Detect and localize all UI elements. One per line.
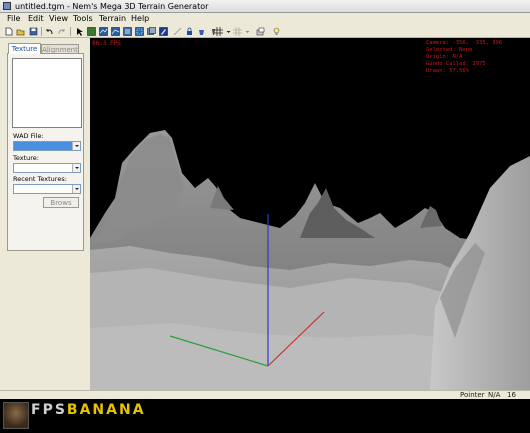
lock-icon[interactable] — [185, 27, 194, 36]
hud-gundo-calls: Gundo Called: 2975 — [426, 61, 486, 67]
undo-icon[interactable] — [45, 27, 54, 36]
hud-drawn: Drawn: 57.56% — [426, 68, 470, 74]
pen-icon[interactable] — [159, 27, 168, 36]
hud-origin: Origin: N/A — [426, 54, 463, 60]
recent-textures-label: Recent Textures: — [13, 175, 67, 183]
chevron-down-icon[interactable] — [72, 164, 80, 172]
browse-button[interactable]: Brows — [43, 197, 79, 208]
menu-help[interactable]: Help — [131, 13, 149, 25]
bucket-icon[interactable] — [197, 27, 206, 36]
snap-grid-icon[interactable] — [233, 27, 242, 36]
toolbar — [0, 25, 530, 38]
title-bar: untitled.tgm - Nem's Mega 3D Terrain Gen… — [0, 0, 530, 13]
3d-viewport[interactable]: 86.3 FPS Camera: -356, -335, 396 Selected… — [90, 38, 530, 390]
terrain-render — [90, 38, 530, 390]
texture-label: Texture: — [13, 154, 39, 162]
new-icon[interactable] — [4, 27, 13, 36]
vertex-tool-icon[interactable] — [111, 27, 120, 36]
lightbulb-icon[interactable] — [272, 27, 281, 36]
save-icon[interactable] — [29, 27, 38, 36]
dropdown-icon[interactable] — [224, 27, 231, 36]
tab-texture[interactable]: Texture — [8, 43, 41, 54]
redo-icon[interactable] — [57, 27, 66, 36]
hud-selected: Selected: None — [426, 47, 473, 53]
brand-logo: FPSBANANA — [31, 403, 146, 417]
wad-file-label: WAD File: — [13, 132, 44, 140]
menu-view[interactable]: View — [49, 13, 68, 25]
face-tool-icon[interactable] — [123, 27, 132, 36]
status-bar: Pointer N/A 16 — [0, 390, 530, 399]
export-icon[interactable] — [256, 27, 265, 36]
toolbar-separator — [41, 27, 42, 36]
chevron-down-icon[interactable] — [72, 185, 80, 193]
hud-camera: Camera: -356, -335, 396 — [426, 40, 503, 46]
chevron-down-icon[interactable] — [72, 142, 80, 150]
menu-terrain[interactable]: Terrain — [99, 13, 126, 25]
grid-tool-icon[interactable] — [99, 27, 108, 36]
image-icon[interactable] — [147, 27, 156, 36]
branding-strip: FPSBANANA — [0, 399, 530, 433]
menu-bar: File Edit View Tools Terrain Help — [0, 13, 530, 25]
open-icon[interactable] — [16, 27, 25, 36]
texture-preview — [12, 58, 82, 128]
hud-info: Camera: -356, -335, 396 Selected: None Ori… — [426, 40, 502, 75]
texture-icon[interactable] — [87, 27, 96, 36]
logo-banana-text: BANANA — [66, 402, 146, 418]
app-icon — [3, 2, 11, 10]
pointer-icon[interactable] — [75, 27, 84, 36]
grid-icon[interactable] — [214, 27, 223, 36]
dropdown-icon[interactable] — [243, 27, 250, 36]
texture-select[interactable] — [13, 163, 81, 173]
toolbar-separator — [70, 27, 71, 36]
menu-tools[interactable]: Tools — [73, 13, 93, 25]
menu-file[interactable]: File — [7, 13, 20, 25]
logo-fps-text: FPS — [31, 402, 67, 418]
logo-emblem — [3, 402, 29, 429]
menu-edit[interactable]: Edit — [28, 13, 44, 25]
window-title: untitled.tgm - Nem's Mega 3D Terrain Gen… — [15, 2, 209, 11]
recent-textures-select[interactable] — [13, 184, 81, 194]
texture-panel: Texture Alignment WAD File: Texture: Rec… — [0, 38, 90, 390]
line-icon[interactable] — [173, 27, 182, 36]
wad-file-select[interactable] — [13, 141, 81, 151]
select-icon[interactable] — [135, 27, 144, 36]
fps-counter: 86.3 FPS — [92, 40, 121, 47]
